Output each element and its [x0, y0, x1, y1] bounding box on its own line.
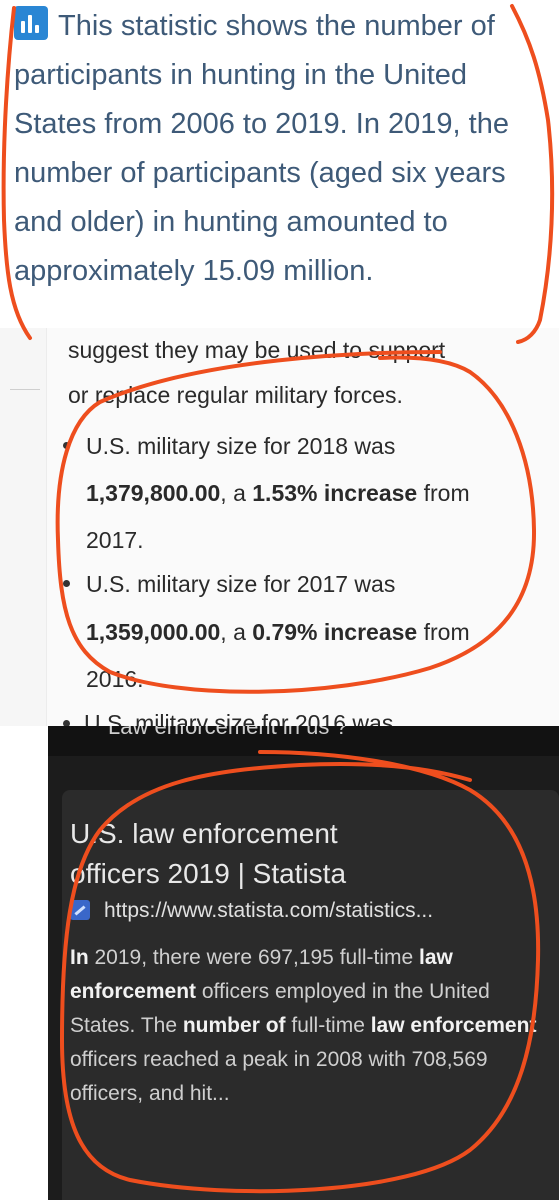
statista-chart-icon: [14, 6, 48, 40]
intro-line-1: suggest they may be used to support: [68, 337, 446, 363]
military-size-value: 1,379,800.00: [86, 480, 221, 506]
search-query-fragment: Law enforcement in us ?: [108, 726, 348, 739]
statista-description-text: This statistic shows the number of parti…: [14, 10, 509, 287]
list-bullet: [63, 580, 70, 587]
search-result-title[interactable]: U.S. law enforcement officers 2019 | Sta…: [70, 814, 540, 894]
search-result-snippet: In 2019, there were 697,195 full-time la…: [70, 946, 537, 1105]
list-item-2018-line3: 2017.: [86, 527, 144, 553]
intro-line-2: or replace regular military forces.: [68, 382, 403, 408]
military-size-panel: suggest they may be used to support or r…: [0, 328, 559, 726]
list-item-2017-line2: 1,359,000.00, a 0.79% increase from: [86, 619, 470, 645]
search-header: Law enforcement in us ?: [48, 726, 559, 756]
list-item-2017-line1: U.S. military size for 2017 was: [86, 571, 396, 597]
side-gutter: [0, 328, 46, 726]
statista-snippet-panel: This statistic shows the number of parti…: [0, 0, 559, 328]
statista-description: This statistic shows the number of parti…: [14, 2, 554, 296]
search-result-panel: Law enforcement in us ? U.S. law enforce…: [48, 726, 559, 1200]
statista-favicon-icon: [70, 900, 90, 920]
percent-change: 1.53% increase: [252, 480, 418, 506]
military-list-content: suggest they may be used to support or r…: [46, 328, 559, 726]
list-item-2016-cut: U.S. military size for 2016 was: [84, 710, 394, 726]
search-result-url[interactable]: https://www.statista.com/statistics...: [70, 899, 433, 929]
list-item-2017-line3: 2016.: [86, 666, 144, 692]
list-item-2018-line1: U.S. military size for 2018 was: [86, 433, 396, 459]
military-size-value: 1,359,000.00: [86, 619, 221, 645]
list-item-2018-line2: 1,379,800.00, a 1.53% increase from: [86, 480, 470, 506]
divider: [10, 389, 40, 390]
percent-change: 0.79% increase: [252, 619, 418, 645]
list-bullet: [63, 442, 70, 449]
